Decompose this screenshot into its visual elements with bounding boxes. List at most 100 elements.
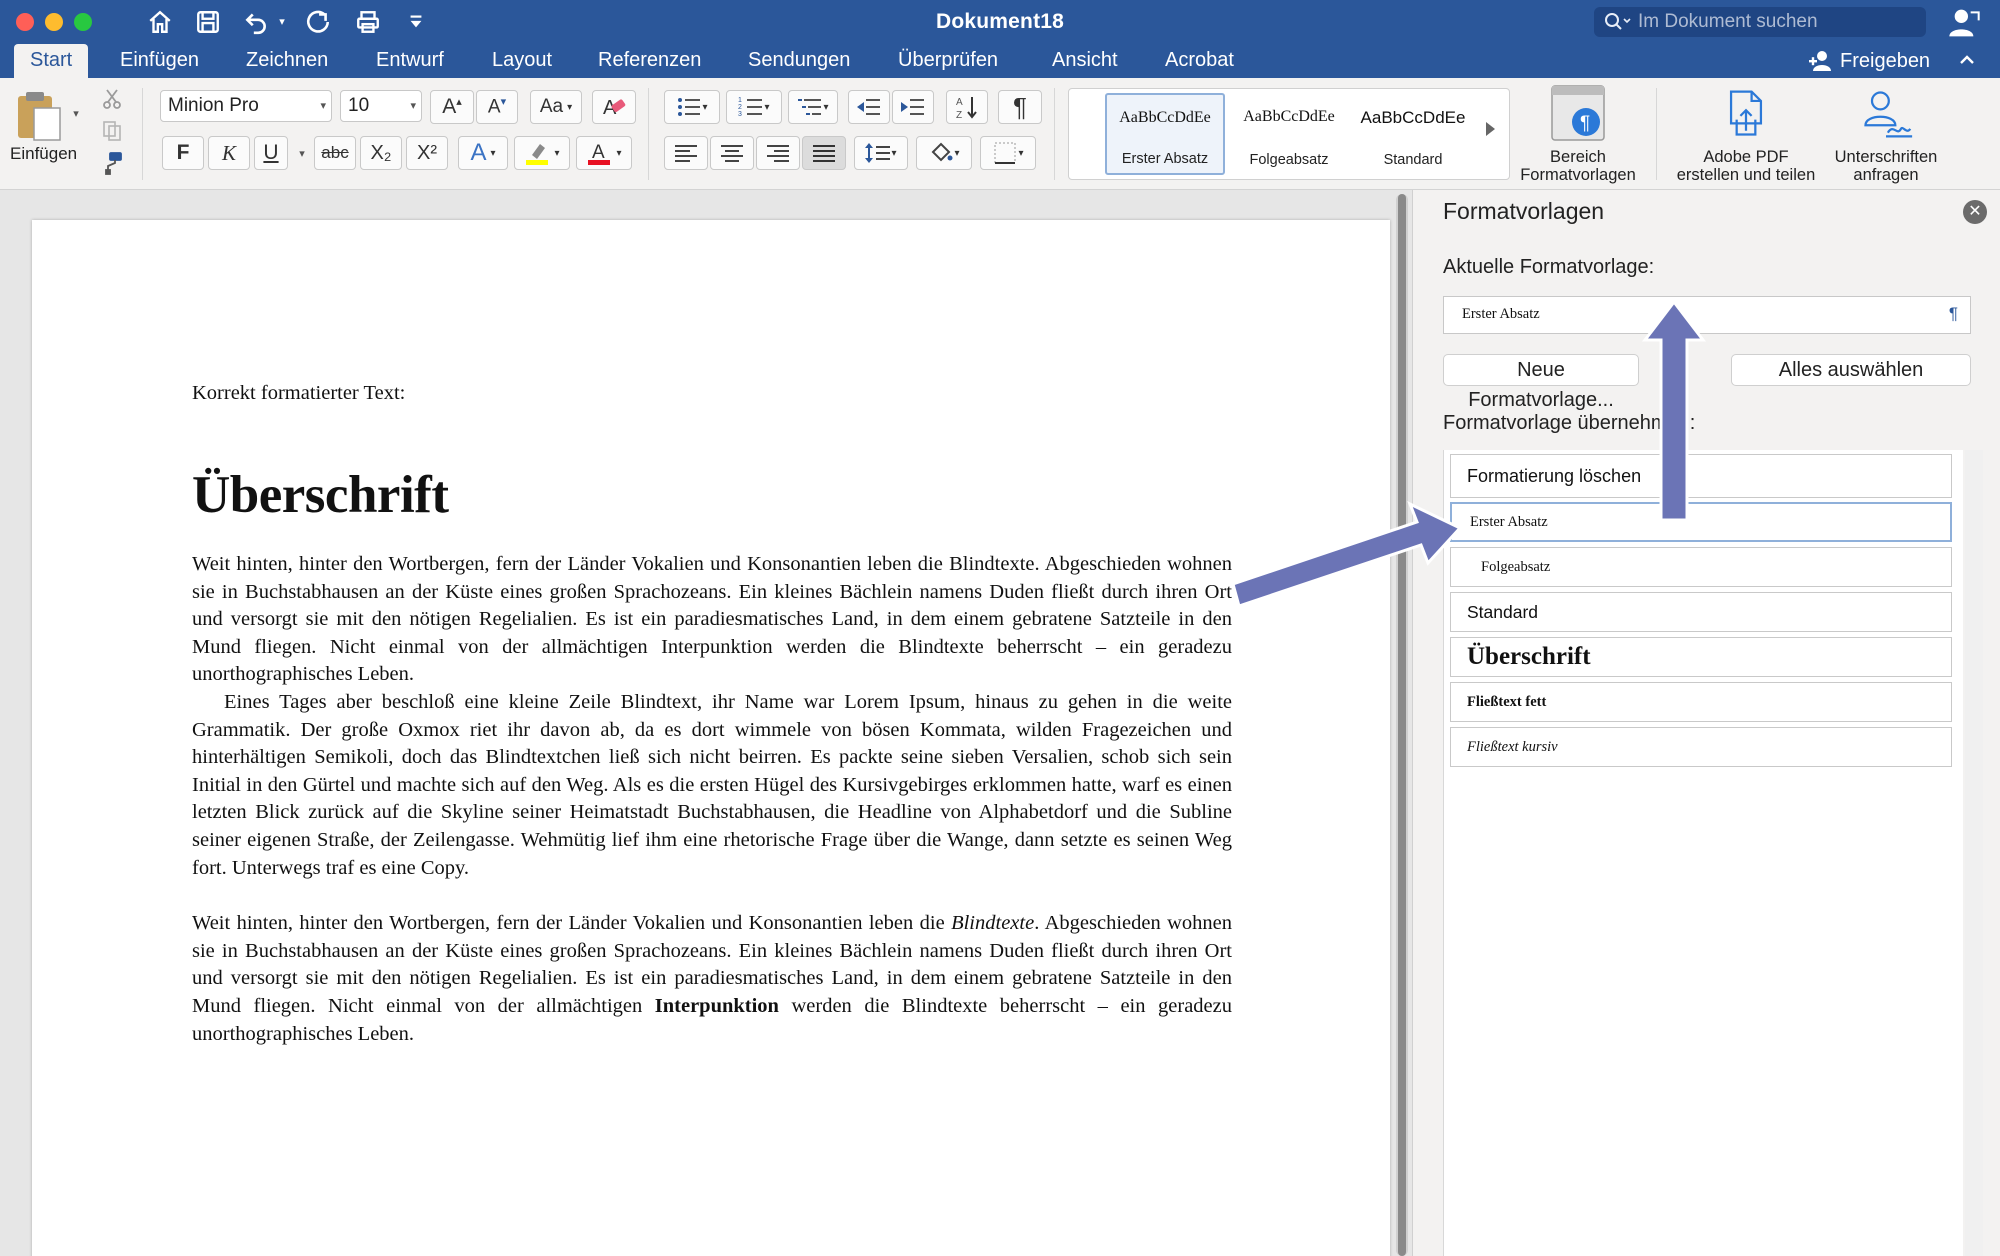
copy-icon[interactable] (98, 118, 126, 144)
change-case-button[interactable]: Aa ▾ (530, 90, 582, 124)
request-signatures-button[interactable]: Unterschriften anfragen (1826, 84, 1946, 184)
font-name-dropdown-icon[interactable]: ▾ (320, 91, 326, 121)
font-size-field[interactable]: 10 ▾ (340, 90, 422, 122)
paragraph-1: Weit hinten, hinter den Wortbergen, fern… (192, 553, 1232, 686)
svg-text:1: 1 (738, 97, 742, 104)
adobe-pdf-button[interactable]: Adobe PDF erstellen und teilen (1666, 84, 1826, 184)
styles-pane-label-1: Bereich (1550, 148, 1606, 166)
borders-button[interactable]: ▾ (980, 136, 1036, 170)
line-spacing-button[interactable]: ▾ (854, 136, 908, 170)
show-formatting-button[interactable]: ¶ (998, 90, 1042, 124)
subscript-button[interactable]: X₂ (360, 136, 402, 170)
sort-button[interactable]: AZ (946, 90, 988, 124)
shading-button[interactable]: ▾ (916, 136, 972, 170)
style-card-folgeabsatz[interactable]: AaBbCcDdEe Folgeabsatz (1229, 93, 1349, 175)
style-card-erster-absatz[interactable]: AaBbCcDdEe Erster Absatz (1105, 93, 1225, 175)
highlighter-icon (526, 144, 549, 165)
select-all-button[interactable]: Alles auswählen (1731, 354, 1971, 386)
style-preview: AaBbCcDdEe (1360, 108, 1466, 127)
justify-button[interactable] (802, 136, 846, 170)
add-person-icon (1809, 51, 1831, 71)
strikethrough-button[interactable]: abc (314, 136, 356, 170)
tab-ueberpruefen[interactable]: Überprüfen (898, 44, 998, 78)
font-size-dropdown-icon[interactable]: ▾ (410, 91, 416, 121)
gallery-next-icon[interactable] (1486, 122, 1495, 136)
align-left-button[interactable] (664, 136, 708, 170)
share-button[interactable]: Freigeben (1808, 44, 1930, 78)
increase-indent-icon (901, 99, 924, 115)
decrease-indent-button[interactable] (848, 90, 890, 124)
line-spacing-icon (865, 143, 891, 163)
italic-button[interactable]: K (208, 136, 250, 170)
tab-layout[interactable]: Layout (492, 44, 552, 78)
search-placeholder: Im Dokument suchen (1638, 11, 1818, 32)
align-left-icon (675, 145, 697, 162)
current-style-field[interactable]: Erster Absatz ¶ (1443, 296, 1971, 334)
shrink-font-icon: A▾ (487, 96, 507, 118)
document-body[interactable]: Korrekt formatierter Text: Überschrift W… (192, 382, 1232, 1048)
style-item-fliesstext-kursiv[interactable]: Fließtext kursiv (1450, 727, 1952, 767)
bold-button[interactable]: F (162, 136, 204, 170)
signature-icon (1854, 84, 1918, 144)
paste-label[interactable]: Einfügen (10, 144, 77, 164)
document-page[interactable]: Korrekt formatierter Text: Überschrift W… (32, 220, 1390, 1256)
styles-pane-button[interactable]: ¶ Bereich Formatvorlagen (1512, 84, 1644, 184)
align-right-button[interactable] (756, 136, 800, 170)
underline-button[interactable]: U (254, 136, 288, 170)
account-icon[interactable] (1948, 7, 1980, 39)
style-card-standard[interactable]: AaBbCcDdEe Standard (1353, 93, 1473, 175)
tab-zeichnen[interactable]: Zeichnen (246, 44, 328, 78)
numbering-button[interactable]: 1 2 3 ▾ (726, 90, 782, 124)
new-style-button[interactable]: Neue Formatvorlage... (1443, 354, 1639, 411)
underline-dropdown-icon[interactable]: ▾ (296, 148, 308, 160)
superscript-button[interactable]: X² (406, 136, 448, 170)
align-center-button[interactable] (710, 136, 754, 170)
document-area[interactable]: Korrekt formatierter Text: Überschrift W… (0, 190, 1394, 1256)
tab-einfuegen[interactable]: Einfügen (120, 44, 199, 78)
increase-indent-button[interactable] (892, 90, 934, 124)
shrink-font-button[interactable]: A▾ (476, 90, 518, 124)
style-item-ueberschrift[interactable]: Überschrift (1450, 637, 1952, 677)
font-name-value: Minion Pro (168, 95, 259, 116)
style-item-erster-absatz[interactable]: Erster Absatz (1450, 502, 1952, 542)
paragraph-3-part-1: Weit hinten, hinter den Wortbergen, fern… (192, 912, 952, 935)
style-item-standard[interactable]: Standard (1450, 592, 1952, 632)
paste-icon[interactable] (14, 90, 64, 142)
tab-referenzen[interactable]: Referenzen (598, 44, 701, 78)
tab-entwurf[interactable]: Entwurf (376, 44, 444, 78)
search-input[interactable]: Im Dokument suchen (1594, 7, 1926, 37)
multilevel-list-button[interactable]: ▾ (788, 90, 838, 124)
heading-text: Überschrift (192, 466, 449, 524)
text-effects-button[interactable]: A ▾ (458, 136, 508, 170)
font-name-field[interactable]: Minion Pro ▾ (160, 90, 332, 122)
style-list-scrollbar[interactable] (1965, 450, 1983, 1256)
paste-dropdown-icon[interactable]: ▾ (70, 108, 82, 120)
clear-formatting-button[interactable]: A (592, 90, 636, 124)
style-item-clear-formatting[interactable]: Formatierung löschen (1450, 454, 1952, 498)
current-style-value: Erster Absatz (1462, 306, 1540, 322)
clear-formatting-icon: A (603, 97, 626, 119)
tab-ansicht[interactable]: Ansicht (1052, 44, 1118, 78)
tab-acrobat[interactable]: Acrobat (1165, 44, 1234, 78)
cut-icon[interactable] (98, 86, 126, 112)
style-item-folgeabsatz[interactable]: Folgeabsatz (1450, 547, 1952, 587)
grow-font-button[interactable]: A▴ (430, 90, 474, 124)
decrease-indent-icon (857, 99, 880, 115)
format-painter-icon[interactable] (98, 150, 126, 176)
bullets-button[interactable]: ▾ (664, 90, 720, 124)
font-size-value: 10 (348, 95, 370, 116)
paragraph-2: Eines Tages aber beschloß eine kleine Ze… (192, 690, 1232, 879)
grow-font-icon: A▴ (442, 95, 462, 118)
font-color-button[interactable]: A ▾ (576, 136, 632, 170)
style-item-fliesstext-fett[interactable]: Fließtext fett (1450, 682, 1952, 722)
highlight-button[interactable]: ▾ (514, 136, 570, 170)
document-scrollbar[interactable] (1396, 194, 1408, 1256)
tab-sendungen[interactable]: Sendungen (748, 44, 850, 78)
justify-icon (813, 145, 835, 162)
collapse-ribbon-icon[interactable] (1955, 48, 1979, 72)
style-preview: AaBbCcDdEe (1243, 108, 1335, 125)
pane-title: Formatvorlagen (1443, 198, 1605, 224)
scrollbar-thumb[interactable] (1398, 194, 1406, 1256)
close-pane-icon[interactable]: ✕ (1963, 200, 1987, 224)
tab-start[interactable]: Start (14, 44, 89, 78)
